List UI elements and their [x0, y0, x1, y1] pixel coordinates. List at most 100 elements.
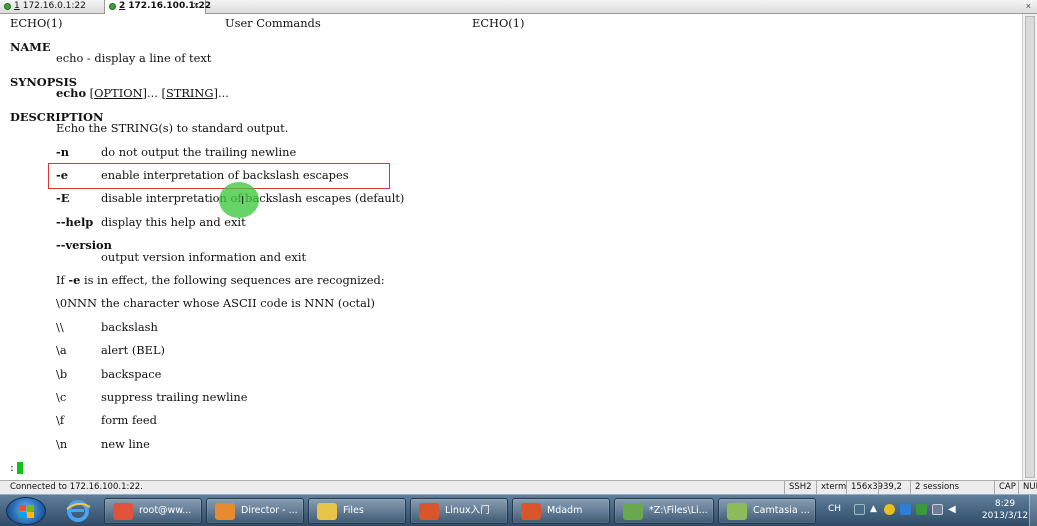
show-hidden-icons-icon[interactable]: ▲ — [870, 504, 881, 515]
close-tab-icon[interactable]: × — [192, 0, 200, 13]
sequence-text: the character whose ASCII code is NNN (o… — [101, 296, 375, 310]
tab-session-2[interactable]: 2 172.16.100.1:22 × — [104, 0, 211, 15]
sequence-code: \c — [56, 390, 67, 404]
terminal-output[interactable]: ECHO(1) User Commands ECHO(1) NAME echo … — [0, 14, 1022, 480]
volume-icon[interactable]: ◀ — [948, 504, 959, 515]
tab-label: 172.16.0.1:22 — [22, 1, 86, 11]
synopsis-ellipsis: ... — [147, 86, 158, 100]
taskbar-item-label: Files — [343, 505, 364, 516]
man-header-center: User Commands — [225, 16, 321, 30]
name-heading: NAME — [10, 40, 51, 54]
show-desktop-button[interactable] — [1029, 495, 1037, 526]
sequence-code: \b — [56, 367, 68, 381]
synopsis-command: echo — [56, 86, 87, 100]
name-text: echo - display a line of text — [56, 51, 212, 65]
system-tray: CH ▲ ◀ 8:29 2013/3/12 — [818, 495, 1037, 526]
connected-status-icon — [109, 3, 116, 10]
text-editor-icon — [623, 503, 643, 520]
taskbar-item-camtasia[interactable]: Camtasia ... — [718, 498, 816, 524]
sequence-text: backslash — [101, 320, 158, 334]
mouse-cursor-highlight — [219, 182, 259, 218]
taskbar-item-director[interactable]: Director - ... — [206, 498, 304, 524]
close-icon[interactable]: × — [1026, 0, 1031, 13]
tab-session-1[interactable]: 1 172.16.0.1:22 — [0, 0, 104, 14]
protocol-indicator: SSH2 — [784, 481, 816, 495]
taskbar-item-label: Mdadm — [547, 505, 583, 516]
taskbar-item-mdadm[interactable]: Mdadm — [512, 498, 610, 524]
vertical-scrollbar[interactable] — [1022, 14, 1037, 480]
synopsis-string: STRING — [165, 86, 214, 100]
sequence-text: alert (BEL) — [101, 343, 165, 357]
intro-prefix: If — [56, 273, 69, 287]
sequence-text: suppress trailing newline — [101, 390, 248, 404]
director-app-icon — [215, 503, 235, 520]
status-bar: Connected to 172.16.100.1:22. SSH2 xterm… — [0, 480, 1037, 495]
taskbar-item-files[interactable]: Files — [308, 498, 406, 524]
option-text: do not output the trailing newline — [101, 145, 297, 159]
clock-date: 2013/3/12 — [981, 511, 1029, 521]
session-count: 2 sessions — [910, 481, 994, 495]
sequence-code: \0NNN — [56, 296, 97, 310]
num-lock-indicator: NUM — [1018, 481, 1037, 495]
tray-app-icon[interactable] — [884, 504, 895, 515]
cursor-position: 39,2 — [878, 481, 910, 495]
man-header-right: ECHO(1) — [472, 16, 525, 30]
internet-explorer-icon[interactable] — [58, 498, 98, 524]
sequence-text: form feed — [101, 413, 157, 427]
caps-lock-indicator: CAP — [994, 481, 1018, 495]
windows-taskbar: root@ww... Director - ... Files Linux入门 … — [0, 494, 1037, 526]
taskbar-item-label: Linux入门 — [445, 505, 490, 516]
taskbar-item-editor[interactable]: *Z:\Files\Li... — [614, 498, 714, 524]
windows-logo-icon — [19, 505, 35, 519]
tray-app-icon[interactable] — [900, 504, 911, 515]
man-header-left: ECHO(1) — [10, 16, 63, 30]
input-language-indicator[interactable]: CH — [828, 504, 841, 514]
system-clock[interactable]: 8:29 2013/3/12 — [978, 498, 1032, 522]
option-text: display this help and exit — [101, 215, 246, 229]
intro-suffix: is in effect, the following sequences ar… — [80, 273, 385, 287]
taskbar-item-label: *Z:\Files\Li... — [649, 505, 708, 516]
taskbar-item-label: root@ww... — [139, 505, 192, 516]
sequence-code: \a — [56, 343, 67, 357]
block-cursor — [17, 462, 23, 474]
input-method-icon[interactable] — [854, 504, 865, 515]
option-text: output version information and exit — [101, 250, 307, 264]
powerpoint-icon — [521, 503, 541, 520]
option-flag: --help — [56, 215, 94, 229]
terminal-size: 156x39 — [846, 481, 883, 495]
pager-prompt[interactable]: : — [10, 461, 14, 474]
synopsis-ellipsis: ... — [217, 86, 229, 100]
highlight-annotation-box — [48, 163, 390, 189]
intro-flag: -e — [68, 273, 81, 287]
synopsis-line: echo [OPTION]... [STRING]... — [56, 86, 229, 100]
synopsis-option: OPTION — [94, 86, 143, 100]
sequence-code: \f — [56, 413, 65, 427]
taskbar-item-label: Camtasia ... — [753, 505, 810, 516]
tray-app-icon[interactable] — [916, 504, 927, 515]
sequence-code: \n — [56, 437, 68, 451]
tab-number: 2 — [119, 1, 126, 11]
sequence-text: backspace — [101, 367, 162, 381]
camtasia-icon — [727, 503, 747, 520]
taskbar-item-linux[interactable]: Linux入门 — [410, 498, 508, 524]
tab-number: 1 — [14, 1, 20, 11]
connection-status: Connected to 172.16.100.1:22. — [10, 482, 143, 492]
powerpoint-icon — [419, 503, 439, 520]
description-text: Echo the STRING(s) to standard output. — [56, 121, 289, 135]
terminal-type: xterm — [816, 481, 846, 495]
sequences-intro: If -e is in effect, the following sequen… — [56, 274, 385, 287]
clock-time: 8:29 — [994, 499, 1016, 509]
option-flag: -n — [56, 145, 70, 159]
taskbar-item-putty[interactable]: root@ww... — [104, 498, 202, 524]
option-flag: -E — [56, 191, 70, 205]
connected-status-icon — [4, 3, 11, 10]
start-button[interactable] — [6, 497, 46, 525]
taskbar-item-label: Director - ... — [241, 505, 298, 516]
text-cursor-icon: I — [241, 194, 245, 207]
sequence-code: \\ — [56, 320, 64, 334]
network-icon[interactable] — [932, 504, 943, 515]
folder-icon — [317, 503, 337, 520]
scrollbar-thumb[interactable] — [1025, 16, 1035, 478]
sequence-text: new line — [101, 437, 150, 451]
terminal-app-icon — [113, 503, 133, 520]
